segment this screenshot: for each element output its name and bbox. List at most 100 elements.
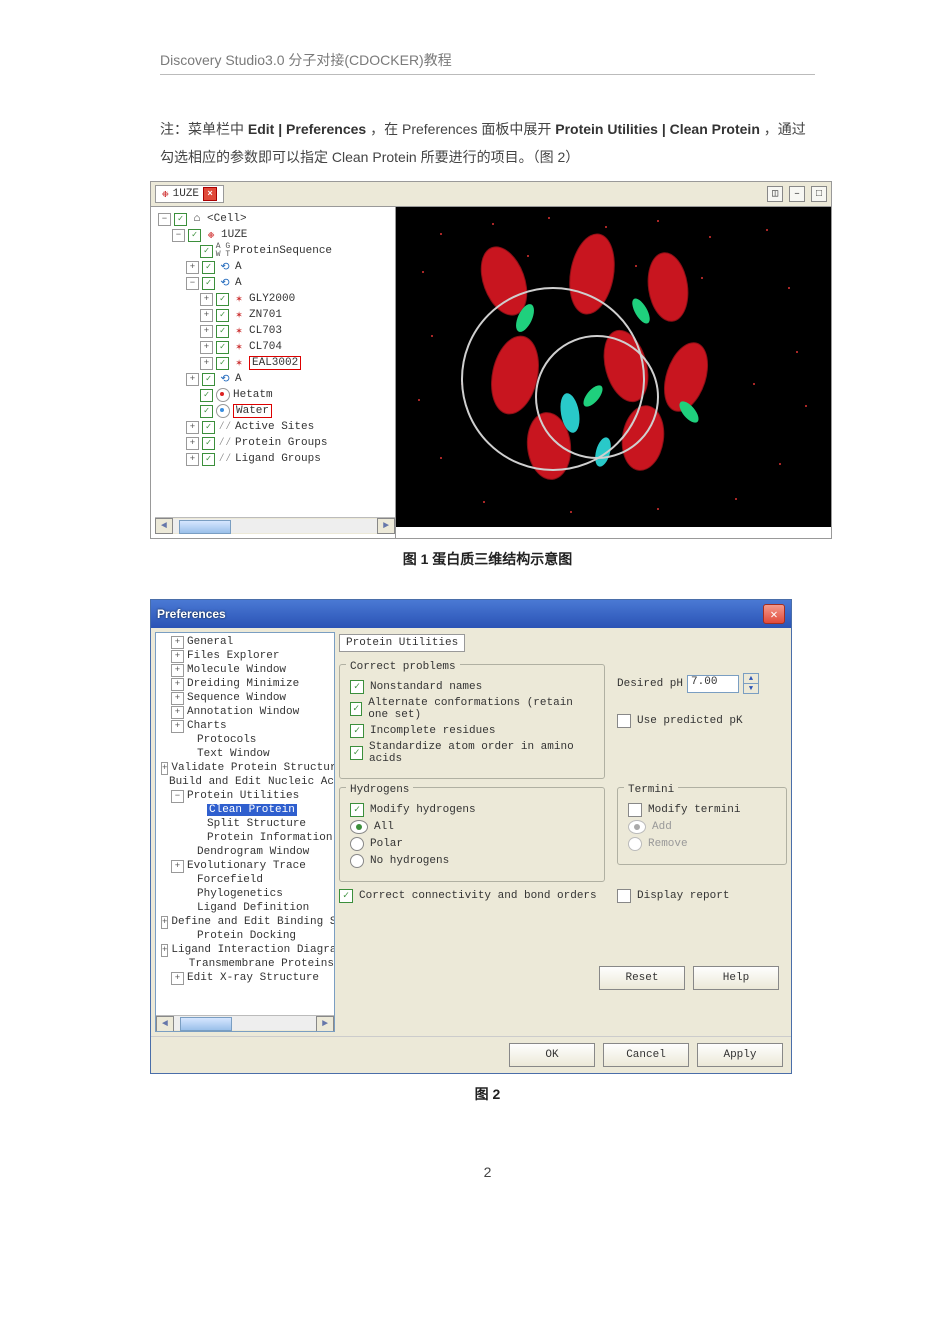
tree-node-structure[interactable]: 1UZE bbox=[221, 229, 247, 241]
tree-node-residue[interactable]: CL703 bbox=[249, 325, 282, 337]
prefs-tree-item[interactable]: +Files Explorer bbox=[158, 649, 334, 663]
expand-icon[interactable]: + bbox=[200, 357, 213, 370]
tree-node-group[interactable]: Protein Groups bbox=[235, 437, 327, 449]
expand-icon[interactable]: + bbox=[161, 762, 168, 775]
checkbox[interactable]: ✓ bbox=[202, 421, 215, 434]
prefs-tree-item[interactable]: Forcefield bbox=[158, 873, 334, 887]
tree-node-residue[interactable]: GLY2000 bbox=[249, 293, 295, 305]
checkbox[interactable]: ✓ bbox=[216, 325, 229, 338]
checkbox-use-predicted-pk[interactable]: ✓ bbox=[617, 714, 631, 728]
prefs-tree-item[interactable]: Phylogenetics bbox=[158, 887, 334, 901]
reset-button[interactable]: Reset bbox=[599, 966, 685, 990]
scroll-right-icon[interactable]: ► bbox=[377, 518, 395, 534]
prefs-tree-item[interactable]: +Sequence Window bbox=[158, 691, 334, 705]
scroll-thumb[interactable] bbox=[180, 1017, 232, 1031]
tree-node-cell[interactable]: <Cell> bbox=[207, 213, 247, 225]
prefs-tree-item[interactable]: Ligand Definition bbox=[158, 901, 334, 915]
expand-icon[interactable]: + bbox=[171, 692, 184, 705]
checkbox-correct-connectivity[interactable]: ✓ bbox=[339, 889, 353, 903]
expand-icon[interactable]: + bbox=[171, 860, 184, 873]
scroll-right-icon[interactable]: ► bbox=[316, 1016, 334, 1032]
checkbox[interactable]: ✓ bbox=[200, 405, 213, 418]
preferences-tree[interactable]: +General+Files Explorer+Molecule Window+… bbox=[155, 632, 335, 1032]
checkbox-modify-termini[interactable]: ✓ bbox=[628, 803, 642, 817]
tree-node-hetatm[interactable]: Hetatm bbox=[233, 389, 273, 401]
tree-node-residue[interactable]: CL704 bbox=[249, 341, 282, 353]
expand-icon[interactable]: + bbox=[186, 453, 199, 466]
radio-polar[interactable] bbox=[350, 837, 364, 851]
checkbox[interactable]: ✓ bbox=[200, 245, 213, 258]
tree-node-sequence[interactable]: ProteinSequence bbox=[233, 245, 332, 257]
checkbox[interactable]: ✓ bbox=[202, 453, 215, 466]
prefs-tree-item[interactable]: Clean Protein bbox=[158, 803, 334, 817]
expand-icon[interactable]: + bbox=[171, 678, 184, 691]
checkbox[interactable]: ✓ bbox=[216, 357, 229, 370]
molecule-3d-viewer[interactable] bbox=[396, 207, 831, 527]
expand-icon[interactable]: + bbox=[186, 421, 199, 434]
tree-node-residue-ligand[interactable]: EAL3002 bbox=[249, 356, 301, 370]
prefs-tree-item[interactable]: +Evolutionary Trace bbox=[158, 859, 334, 873]
prefs-tree-item[interactable]: Dendrogram Window bbox=[158, 845, 334, 859]
collapse-icon[interactable]: − bbox=[186, 277, 199, 290]
expand-icon[interactable]: + bbox=[186, 373, 199, 386]
prefs-tree-item[interactable]: Split Structure bbox=[158, 817, 334, 831]
prefs-tree-item[interactable]: Protocols bbox=[158, 733, 334, 747]
prefs-tree-item[interactable]: +Charts bbox=[158, 719, 334, 733]
checkbox[interactable]: ✓ bbox=[174, 213, 187, 226]
checkbox-nonstandard-names[interactable]: ✓ bbox=[350, 680, 364, 694]
spin-down-icon[interactable]: ▼ bbox=[744, 684, 758, 693]
expand-icon[interactable]: + bbox=[161, 916, 168, 929]
checkbox[interactable]: ✓ bbox=[200, 389, 213, 402]
tree-node-water[interactable]: Water bbox=[233, 404, 272, 418]
ph-spinner[interactable]: ▲▼ bbox=[743, 673, 759, 694]
expand-icon[interactable]: + bbox=[171, 650, 184, 663]
prefs-tree-item[interactable]: +Annotation Window bbox=[158, 705, 334, 719]
checkbox[interactable]: ✓ bbox=[202, 437, 215, 450]
scroll-left-icon[interactable]: ◄ bbox=[155, 518, 173, 534]
checkbox[interactable]: ✓ bbox=[202, 277, 215, 290]
prefs-tree-item[interactable]: +Ligand Interaction Diagra bbox=[158, 943, 334, 957]
prefs-tree-item[interactable]: −Protein Utilities bbox=[158, 789, 334, 803]
scroll-track[interactable] bbox=[174, 1016, 316, 1030]
apply-button[interactable]: Apply bbox=[697, 1043, 783, 1067]
checkbox[interactable]: ✓ bbox=[216, 293, 229, 306]
document-tab[interactable]: ❉ 1UZE × bbox=[155, 185, 224, 203]
checkbox[interactable]: ✓ bbox=[216, 341, 229, 354]
prefs-tree-item[interactable]: Protein Information bbox=[158, 831, 334, 845]
checkbox-modify-hydrogens[interactable]: ✓ bbox=[350, 803, 364, 817]
expand-icon[interactable]: + bbox=[171, 972, 184, 985]
ok-button[interactable]: OK bbox=[509, 1043, 595, 1067]
expand-icon[interactable]: + bbox=[161, 944, 168, 957]
prefs-tree-item[interactable]: +Dreiding Minimize bbox=[158, 677, 334, 691]
expand-icon[interactable]: + bbox=[200, 293, 213, 306]
checkbox[interactable]: ✓ bbox=[188, 229, 201, 242]
tree-h-scrollbar[interactable]: ◄ ► bbox=[155, 517, 395, 534]
checkbox[interactable]: ✓ bbox=[216, 309, 229, 322]
tree-node-residue[interactable]: ZN701 bbox=[249, 309, 282, 321]
tab-close-icon[interactable]: × bbox=[203, 187, 217, 201]
checkbox[interactable]: ✓ bbox=[202, 373, 215, 386]
expand-icon[interactable]: + bbox=[171, 720, 184, 733]
radio-all[interactable] bbox=[350, 820, 368, 834]
prefs-tree-item[interactable]: Protein Docking bbox=[158, 929, 334, 943]
prefs-tree-item[interactable]: +Edit X-ray Structure bbox=[158, 971, 334, 985]
collapse-icon[interactable]: − bbox=[172, 229, 185, 242]
prefs-tree-item[interactable]: Transmembrane Proteins bbox=[158, 957, 334, 971]
expand-icon[interactable]: + bbox=[171, 664, 184, 677]
scroll-track[interactable] bbox=[173, 519, 377, 533]
expand-icon[interactable]: + bbox=[200, 309, 213, 322]
prefs-tree-item[interactable]: +General bbox=[158, 635, 334, 649]
prefs-tree-item[interactable]: +Molecule Window bbox=[158, 663, 334, 677]
scroll-left-icon[interactable]: ◄ bbox=[156, 1016, 174, 1032]
prefs-tree-item[interactable]: +Define and Edit Binding S bbox=[158, 915, 334, 929]
desired-ph-input[interactable]: 7.00 bbox=[687, 675, 739, 693]
radio-no-hydrogens[interactable] bbox=[350, 854, 364, 868]
help-button[interactable]: Help bbox=[693, 966, 779, 990]
minimize-button[interactable]: – bbox=[789, 186, 805, 202]
expand-icon[interactable]: + bbox=[171, 636, 184, 649]
hierarchy-tree[interactable]: −✓⌂<Cell> −✓❉1UZE ✓A GW TProteinSequence… bbox=[151, 207, 396, 538]
scroll-thumb[interactable] bbox=[179, 520, 231, 534]
close-icon[interactable]: ✕ bbox=[763, 604, 785, 624]
expand-icon[interactable]: + bbox=[200, 325, 213, 338]
expand-icon[interactable]: + bbox=[171, 706, 184, 719]
